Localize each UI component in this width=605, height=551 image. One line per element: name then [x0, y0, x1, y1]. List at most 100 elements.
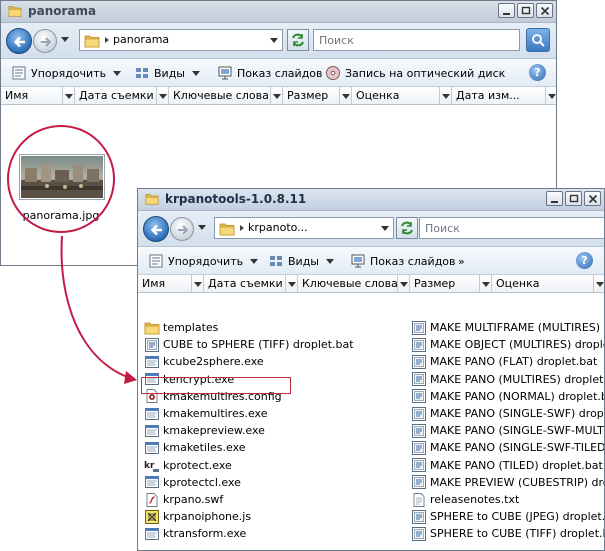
column-rating[interactable]: Оценка: [352, 87, 452, 105]
file-item[interactable]: kcube2sphere.exe: [144, 353, 264, 370]
column-filter-button[interactable]: [156, 87, 168, 104]
address-bar[interactable]: panorama: [79, 29, 283, 51]
close-button[interactable]: [536, 3, 553, 18]
help-icon[interactable]: ?: [529, 64, 546, 81]
column-date-taken[interactable]: Дата съемки: [204, 275, 298, 293]
file-item[interactable]: kprotectcl.exe: [144, 474, 241, 491]
help-icon[interactable]: ?: [576, 252, 593, 269]
file-item[interactable]: kmaketiles.exe: [144, 439, 246, 456]
file-name: CUBE to SPHERE (TIFF) droplet.bat: [163, 338, 354, 352]
file-item[interactable]: templates: [144, 319, 218, 336]
chevron-down-icon: [192, 71, 200, 76]
title-bar[interactable]: panorama: [1, 1, 556, 23]
search-input[interactable]: [420, 218, 604, 238]
column-keywords[interactable]: Ключевые слова: [298, 275, 410, 293]
chevron-right-icon[interactable]: [239, 225, 245, 231]
search-input[interactable]: [314, 30, 519, 50]
search-box[interactable]: [313, 29, 520, 51]
slideshow-button[interactable]: Показ слайдов: [350, 253, 456, 269]
chevron-down-icon: [326, 259, 334, 264]
column-name[interactable]: Имя: [138, 275, 204, 293]
file-item[interactable]: MAKE PANO (NORMAL) droplet.bat: [411, 388, 604, 405]
column-filter-button[interactable]: [270, 87, 282, 104]
file-item[interactable]: MAKE PANO (MULTIRES) droplet.bat: [411, 371, 604, 388]
organize-button[interactable]: Упорядочить: [11, 65, 121, 81]
forward-button[interactable]: [170, 217, 194, 241]
search-box[interactable]: [419, 217, 604, 239]
slideshow-button[interactable]: Показ слайдов: [217, 65, 323, 81]
column-filter-button[interactable]: [479, 275, 491, 292]
column-filter-button[interactable]: [545, 87, 557, 104]
file-item[interactable]: MAKE OBJECT (MULTIRES) droplet.bat: [411, 336, 604, 353]
organize-button[interactable]: Упорядочить: [148, 253, 258, 269]
close-button[interactable]: [584, 191, 601, 206]
exe-file-icon: [144, 474, 160, 490]
file-item[interactable]: MAKE MULTIFRAME (MULTIRES) droplet.bat: [411, 319, 604, 336]
minimize-button[interactable]: [546, 191, 563, 206]
file-item[interactable]: krpano.swf: [144, 491, 223, 508]
exe-file-icon: [144, 406, 160, 422]
address-bar[interactable]: krpanoto...: [214, 217, 394, 239]
file-name: releasenotes.txt: [430, 493, 520, 506]
column-filter-button[interactable]: [191, 275, 203, 292]
search-button[interactable]: [526, 28, 550, 52]
file-item[interactable]: MAKE PANO (SINGLE-SWF-MULTIRES) droplet.…: [411, 422, 604, 439]
refresh-button[interactable]: [396, 217, 418, 239]
column-filter-button[interactable]: [285, 275, 297, 292]
file-item[interactable]: MAKE PANO (TILED) droplet.bat: [411, 457, 603, 474]
burn-disc-button[interactable]: Запись на оптический диск: [325, 65, 505, 81]
column-filter-button[interactable]: [397, 275, 409, 292]
file-item[interactable]: ktransform.exe: [144, 525, 246, 542]
back-button[interactable]: [6, 28, 32, 54]
file-item[interactable]: kmakepreview.exe: [144, 422, 265, 439]
explorer-window-krpanotools: krpanotools-1.0.8.11 krpanoto... Поиск У…: [137, 188, 605, 551]
file-item[interactable]: MAKE PANO (SINGLE-SWF) droplet.bat: [411, 405, 604, 422]
file-item[interactable]: kprotect.exe: [144, 457, 232, 474]
column-date-modified[interactable]: Дата изм...: [452, 87, 557, 105]
file-item[interactable]: SPHERE to CUBE (JPEG) droplet.bat: [411, 508, 604, 525]
column-date-taken[interactable]: Дата съемки: [75, 87, 169, 105]
column-filter-button[interactable]: [339, 87, 351, 104]
file-item[interactable]: kmakemultires.exe: [144, 405, 267, 422]
refresh-button[interactable]: [287, 29, 309, 51]
organize-icon: [12, 66, 26, 80]
folder-icon: [84, 33, 100, 49]
file-item[interactable]: MAKE PANO (FLAT) droplet.bat: [411, 353, 597, 370]
column-size[interactable]: Размер: [410, 275, 492, 293]
highlighted-file-annotation: [141, 377, 291, 394]
column-keywords[interactable]: Ключевые слова: [169, 87, 283, 105]
more-commands-button[interactable]: »: [458, 253, 465, 269]
search-icon: [532, 34, 545, 47]
forward-button[interactable]: [33, 29, 57, 53]
file-name: templates: [163, 321, 219, 334]
column-filter-button[interactable]: [593, 275, 605, 292]
column-filter-button[interactable]: [439, 87, 451, 104]
file-item[interactable]: SPHERE to CUBE (TIFF) droplet.bat: [411, 525, 604, 542]
file-item[interactable]: krpanoiphone.js: [144, 508, 251, 525]
maximize-button[interactable]: [565, 191, 582, 206]
column-filter-button[interactable]: [62, 87, 74, 104]
file-item[interactable]: MAKE PREVIEW (CUBESTRIP) droplet.bat: [411, 474, 604, 491]
file-name: MAKE PANO (MULTIRES) droplet.bat: [430, 372, 604, 386]
file-item[interactable]: CUBE to SPHERE (TIFF) droplet.bat: [144, 336, 354, 353]
column-name[interactable]: Имя: [1, 87, 75, 105]
views-button[interactable]: Виды: [134, 65, 200, 81]
chevron-down-icon[interactable]: [198, 225, 206, 230]
file-item[interactable]: MAKE PANO (SINGLE-SWF-TILED) droplet.bat: [411, 439, 604, 456]
chevron-down-icon[interactable]: [270, 38, 278, 43]
file-item[interactable]: releasenotes.txt: [411, 491, 519, 508]
chevron-down-icon: [65, 94, 73, 99]
back-button[interactable]: [143, 216, 169, 242]
title-bar[interactable]: krpanotools-1.0.8.11: [138, 189, 604, 211]
column-size[interactable]: Размер: [283, 87, 352, 105]
maximize-button[interactable]: [517, 3, 534, 18]
minimize-button[interactable]: [498, 3, 515, 18]
views-button[interactable]: Виды: [268, 253, 334, 269]
chevron-down-icon[interactable]: [381, 226, 389, 231]
chevron-down-icon[interactable]: [61, 37, 69, 42]
views-icon: [136, 68, 148, 78]
column-rating[interactable]: Оценка: [492, 275, 605, 293]
chevron-right-icon[interactable]: [104, 37, 110, 43]
batch-file-icon: [411, 423, 427, 439]
file-name: MAKE PREVIEW (CUBESTRIP) droplet.bat: [430, 475, 604, 489]
